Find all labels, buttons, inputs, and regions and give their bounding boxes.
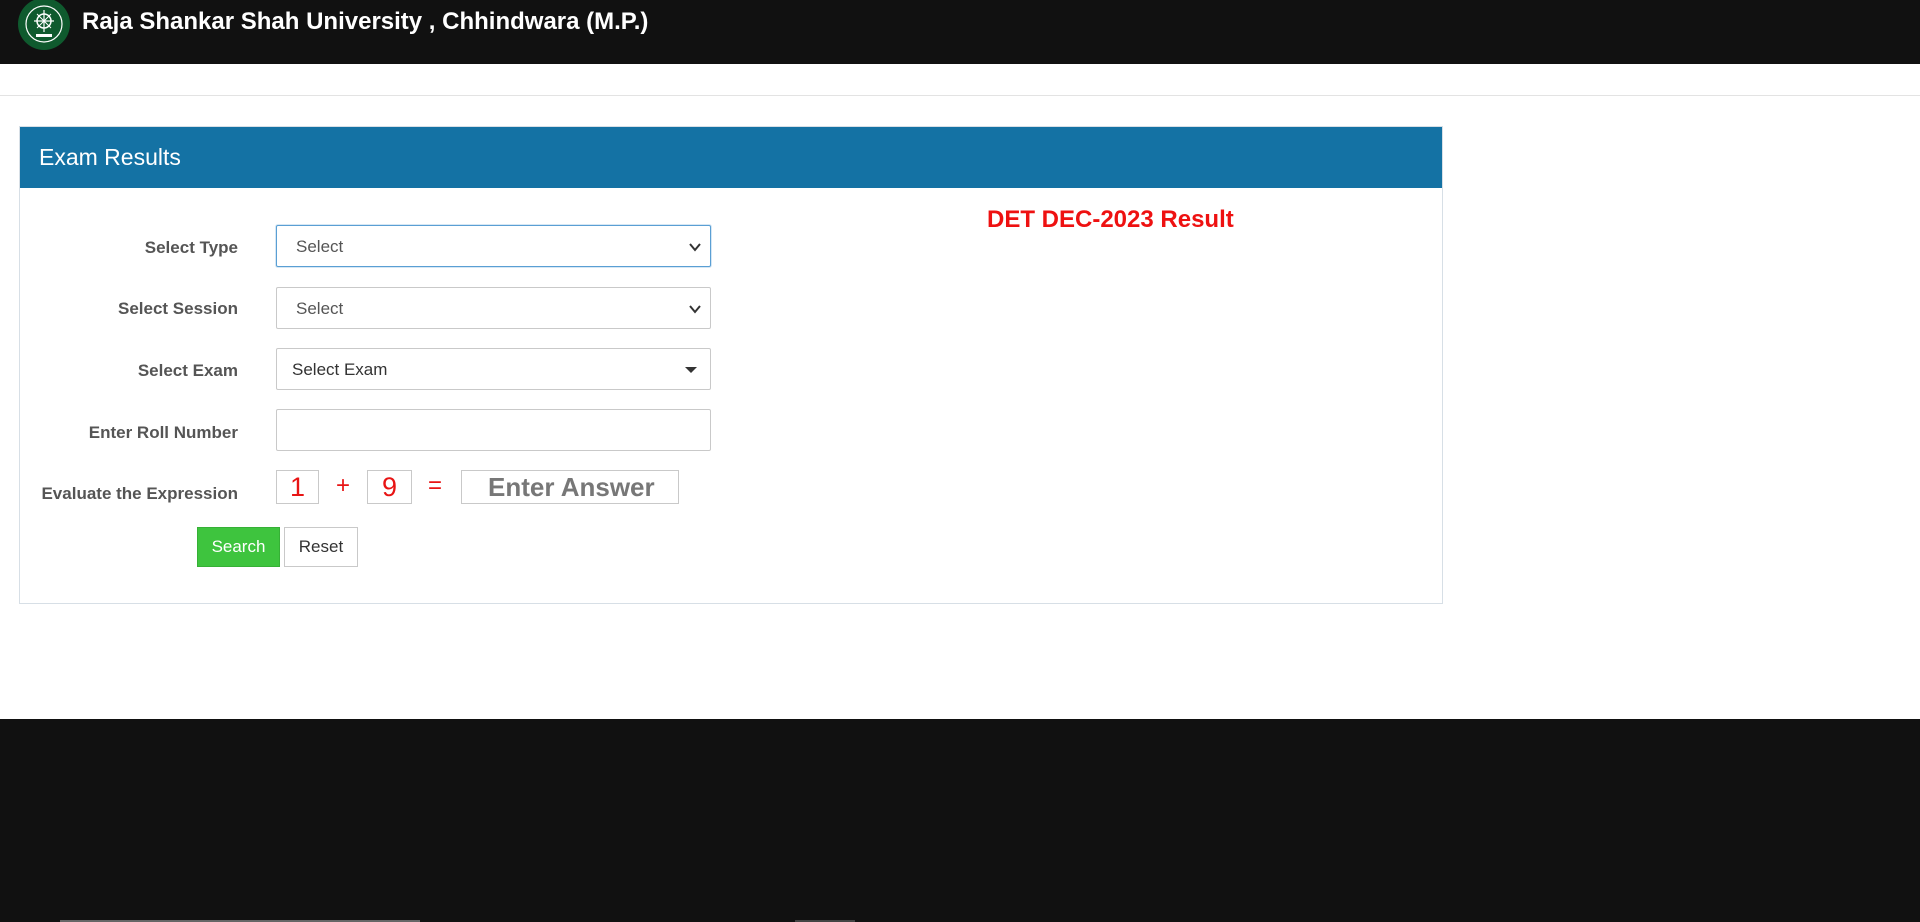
- result-notice-link[interactable]: DET DEC-2023 Result: [987, 206, 1234, 234]
- select-session-label: Select Session: [117, 299, 238, 318]
- search-button[interactable]: Search: [197, 527, 280, 567]
- roll-number-input[interactable]: [276, 409, 711, 451]
- select-exam-label: Select Exam: [137, 361, 238, 380]
- header-divider: [0, 95, 1920, 96]
- select-session-dropdown[interactable]: Select: [276, 287, 711, 329]
- caret-down-icon: [685, 367, 697, 373]
- select-session-value: Select: [296, 299, 344, 318]
- select-type-value: Select: [296, 237, 344, 256]
- select-type-label: Select Type: [144, 238, 238, 257]
- captcha-operand-b: 9: [367, 470, 412, 504]
- site-title[interactable]: Raja Shankar Shah University , Chhindwar…: [82, 8, 648, 36]
- captcha-equals: =: [428, 472, 443, 499]
- top-navbar: Raja Shankar Shah University , Chhindwar…: [0, 0, 1920, 64]
- roll-number-label: Enter Roll Number: [88, 423, 238, 442]
- panel-heading: Exam Results: [20, 127, 1442, 188]
- seal-graphic: [25, 5, 63, 43]
- select-exam-value: Select Exam: [292, 360, 388, 379]
- select-exam-dropdown[interactable]: Select Exam: [276, 348, 711, 390]
- select-type-dropdown[interactable]: Select: [276, 225, 711, 267]
- page-footer: [0, 719, 1920, 922]
- chevron-down-icon: [689, 243, 701, 252]
- captcha-answer-input[interactable]: [461, 470, 679, 504]
- captcha-operator: +: [336, 472, 351, 499]
- university-seal-icon[interactable]: [18, 0, 70, 50]
- reset-button[interactable]: Reset: [284, 527, 358, 567]
- captcha-label: Evaluate the Expression: [41, 484, 238, 503]
- chevron-down-icon: [689, 305, 701, 314]
- panel-title: Exam Results: [39, 144, 181, 170]
- captcha-operand-a: 1: [276, 470, 319, 504]
